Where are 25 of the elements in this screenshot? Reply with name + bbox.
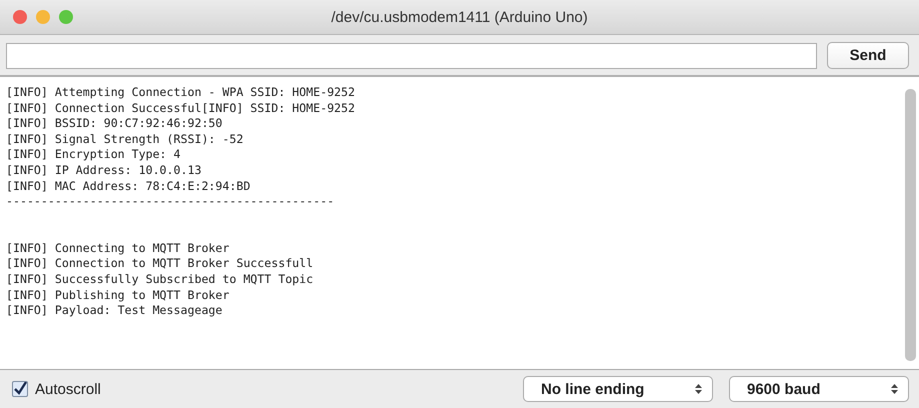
window-title: /dev/cu.usbmodem1411 (Arduino Uno) (331, 8, 588, 26)
dropdown-select[interactable]: No line ending (523, 376, 713, 402)
stepper-arrows-icon (891, 383, 898, 395)
log-line: [INFO] Attempting Connection - WPA SSID: HOME-9252 (6, 85, 356, 101)
minimize-button[interactable] (36, 10, 50, 24)
log-line: [INFO] MAC Address: 78:C4:E:2:94:BD (6, 178, 252, 194)
send-button[interactable]: Send (827, 42, 909, 69)
log-line: [INFO] Connection Successful[INFO] SSID: HOME-9252 (6, 100, 356, 116)
log-line: [INFO] Publishing to MQTT Broker (6, 288, 230, 304)
input-field[interactable] (6, 42, 817, 68)
log-line: ----------------------------------------------- (6, 194, 336, 210)
log-line: [INFO] Connecting to MQTT Broker (6, 240, 230, 256)
log-line: [INFO] Successfully Subscribed to MQTT Topic (6, 272, 314, 288)
scrollbar-thumb[interactable] (905, 89, 916, 361)
log-line: [INFO] BSSID: 90:C7:92:46:92:50 (6, 116, 224, 132)
dropdown-select[interactable]: 9600 baud (729, 376, 909, 402)
log-line: [INFO] Payload: Test Messageage (6, 303, 224, 319)
zoom-button[interactable] (59, 10, 73, 24)
log-line: [INFO] Signal Strength (RSSI): -52 (6, 132, 244, 148)
close-button[interactable] (13, 10, 27, 24)
autoscroll-checkbox[interactable]: Autoscroll (12, 380, 101, 398)
log-line: [INFO] Encryption Type: 4 (6, 147, 182, 163)
log-line: [INFO] Connection to MQTT Broker Successfull (6, 256, 314, 272)
stepper-arrows-icon (695, 383, 702, 395)
log-line: [INFO] IP Address: 10.0.0.13 (6, 162, 202, 179)
